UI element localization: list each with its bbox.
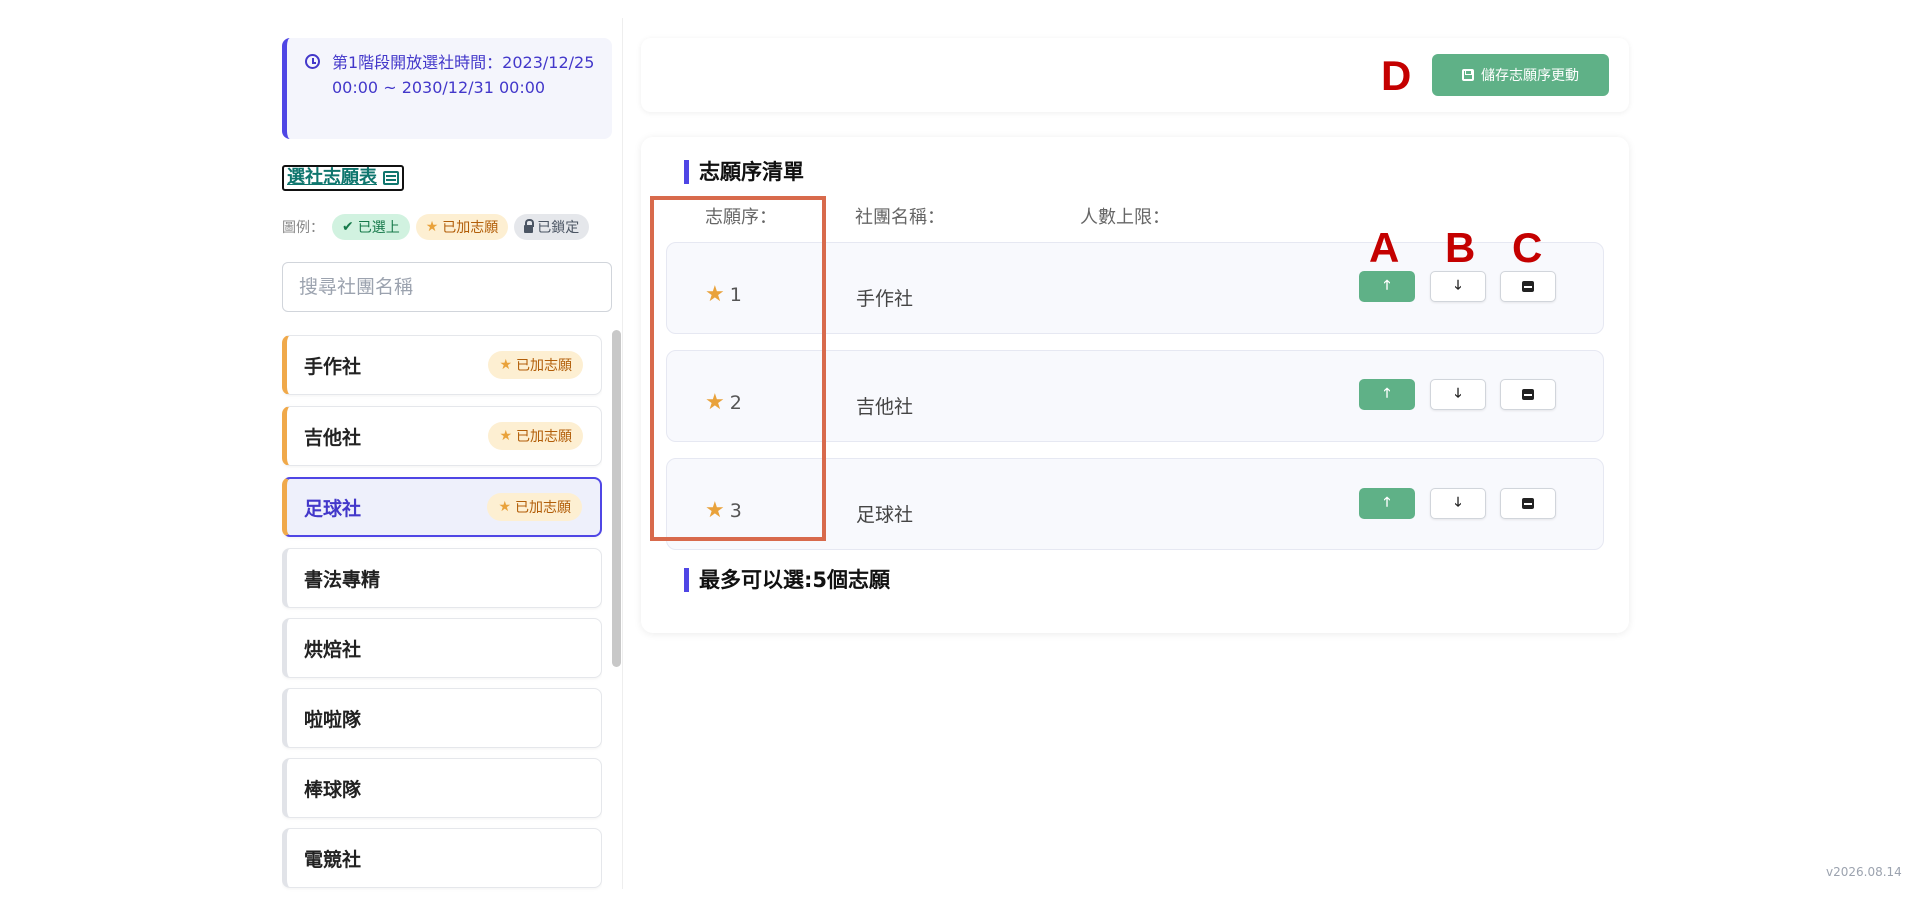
- clock-icon: [305, 54, 320, 69]
- selection-period-notice: 第1階段開放選社時間：2023/12/25 00:00 ~ 2030/12/31…: [282, 38, 612, 139]
- wish-club-name: 吉他社: [856, 396, 914, 418]
- wish-table-link[interactable]: 選社志願表: [282, 165, 404, 191]
- legend-locked-badge: 已鎖定: [514, 214, 590, 240]
- wish-club-name: 足球社: [856, 504, 914, 526]
- panel-divider: [622, 18, 623, 889]
- club-item-baking[interactable]: 烘焙社: [282, 618, 602, 678]
- club-item-handcraft[interactable]: 手作社 ★ 已加志願: [282, 335, 602, 395]
- annotation-label-c: C: [1512, 224, 1543, 271]
- club-name: 電競社: [304, 848, 362, 871]
- column-header-limit: 人數上限：: [1080, 207, 1170, 228]
- wished-badge: ★ 已加志願: [488, 351, 583, 379]
- wish-club-name: 手作社: [856, 288, 914, 310]
- club-search-input[interactable]: [282, 262, 612, 312]
- wish-table-link-label: 選社志願表: [287, 167, 377, 188]
- check-icon: ✔: [342, 219, 354, 235]
- sidebar-scrollbar[interactable]: [612, 330, 621, 667]
- club-item-soccer[interactable]: 足球社 ★ 已加志願: [282, 477, 602, 537]
- club-name: 手作社: [304, 355, 362, 378]
- club-item-guitar[interactable]: 吉他社 ★ 已加志願: [282, 406, 602, 466]
- wished-badge: ★ 已加志願: [488, 422, 583, 450]
- move-up-button[interactable]: 🡑: [1359, 271, 1415, 302]
- arrow-down-icon: 🡓: [1454, 385, 1462, 401]
- annotation-label-b: B: [1445, 224, 1476, 271]
- sidebar: 第1階段開放選社時間：2023/12/25 00:00 ~ 2030/12/31…: [282, 38, 612, 888]
- legend-wished-text: 已加志願: [442, 220, 499, 236]
- legend: 圖例： ✔ 已選上 ★ 已加志願 已鎖定: [282, 214, 595, 240]
- save-icon: [1462, 69, 1474, 81]
- max-wishes-note: 最多可以選:5個志願: [684, 568, 890, 592]
- version-label: v2026.08.14: [1826, 865, 1902, 879]
- arrow-down-icon: 🡓: [1454, 494, 1462, 510]
- arrow-down-icon: 🡓: [1454, 277, 1462, 293]
- club-item-esports[interactable]: 電競社: [282, 828, 602, 888]
- club-item-baseball[interactable]: 棒球隊: [282, 758, 602, 818]
- rank-column-highlight: [650, 196, 826, 541]
- minus-icon: [1522, 498, 1534, 509]
- wished-badge-text: 已加志願: [515, 500, 571, 516]
- wished-badge-text: 已加志願: [516, 429, 572, 445]
- move-down-button[interactable]: 🡓: [1430, 271, 1486, 302]
- wish-list-title: 志願序清單: [684, 160, 804, 184]
- star-icon: ★: [499, 428, 512, 444]
- club-name: 棒球隊: [304, 778, 362, 801]
- wished-badge-text: 已加志願: [516, 358, 572, 374]
- column-header-name: 社團名稱：: [855, 207, 945, 228]
- legend-locked-text: 已鎖定: [537, 220, 580, 236]
- club-name: 啦啦隊: [304, 708, 362, 731]
- table-icon: [383, 171, 399, 185]
- legend-selected-badge: ✔ 已選上: [332, 214, 410, 240]
- legend-label: 圖例：: [282, 220, 324, 236]
- arrow-up-icon: 🡑: [1383, 494, 1391, 510]
- move-up-button[interactable]: 🡑: [1359, 379, 1415, 410]
- move-up-button[interactable]: 🡑: [1359, 488, 1415, 519]
- annotation-label-d: D: [1381, 52, 1412, 99]
- club-name: 足球社: [304, 497, 362, 520]
- legend-wished-badge: ★ 已加志願: [415, 214, 509, 240]
- notice-text: 第1階段開放選社時間：2023/12/25 00:00 ~ 2030/12/31…: [332, 53, 595, 97]
- minus-icon: [1522, 389, 1534, 400]
- arrow-up-icon: 🡑: [1383, 385, 1391, 401]
- annotation-label-a: A: [1369, 224, 1400, 271]
- club-name: 吉他社: [304, 426, 362, 449]
- club-name: 書法專精: [304, 568, 381, 591]
- move-down-button[interactable]: 🡓: [1430, 379, 1486, 410]
- legend-selected-text: 已選上: [357, 220, 400, 236]
- club-item-cheerleading[interactable]: 啦啦隊: [282, 688, 602, 748]
- club-name: 烘焙社: [304, 638, 362, 661]
- remove-wish-button[interactable]: [1500, 379, 1556, 410]
- lock-icon: [524, 219, 535, 233]
- remove-wish-button[interactable]: [1500, 488, 1556, 519]
- save-button-label: 儲存志願序更動: [1481, 68, 1579, 84]
- wished-badge: ★ 已加志願: [487, 493, 582, 521]
- remove-wish-button[interactable]: [1500, 271, 1556, 302]
- club-list: 手作社 ★ 已加志願 吉他社 ★ 已加志願 足球社 ★ 已加志願 書法專精 烘焙…: [282, 335, 602, 907]
- star-icon: ★: [498, 499, 511, 515]
- star-icon: ★: [425, 219, 439, 235]
- move-down-button[interactable]: 🡓: [1430, 488, 1486, 519]
- minus-icon: [1522, 281, 1534, 292]
- star-icon: ★: [499, 357, 512, 373]
- club-item-calligraphy[interactable]: 書法專精: [282, 548, 602, 608]
- save-wish-order-button[interactable]: 儲存志願序更動: [1432, 54, 1609, 96]
- arrow-up-icon: 🡑: [1383, 277, 1391, 293]
- app-root: 第1階段開放選社時間：2023/12/25 00:00 ~ 2030/12/31…: [0, 0, 1920, 907]
